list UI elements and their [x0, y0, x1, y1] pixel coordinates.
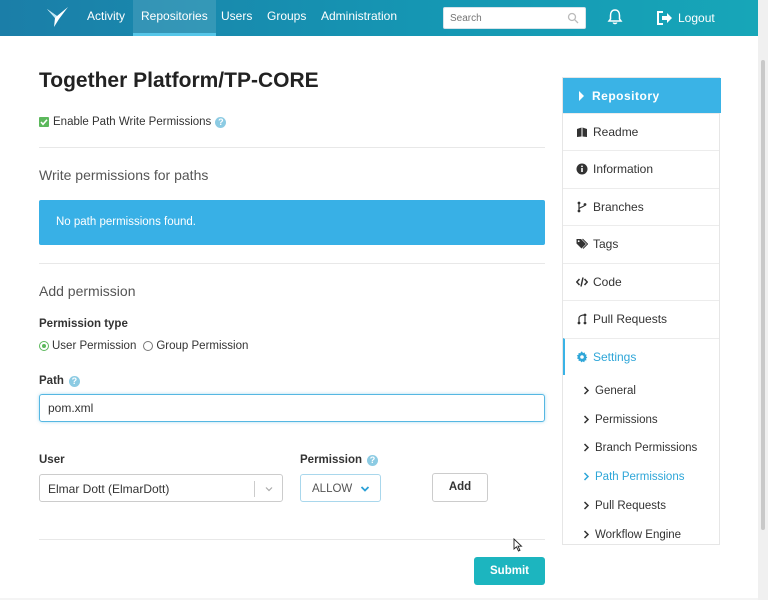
chevron-right-icon	[583, 472, 590, 481]
add-permission-heading: Add permission	[39, 283, 136, 299]
sidebar-subitem-label: Permissions	[595, 413, 658, 426]
sidebar-item-code[interactable]: Code	[563, 263, 719, 300]
user-permission-radio[interactable]	[39, 341, 49, 351]
permission-label: Permission ?	[300, 454, 378, 466]
permission-select-value: ALLOW	[312, 483, 353, 495]
sidebar-subitem-label: Branch Permissions	[595, 441, 698, 454]
search-icon[interactable]	[567, 12, 579, 24]
user-select-value: Elmar Dott (ElmarDott)	[48, 482, 170, 496]
sidebar-subitem-label: General	[595, 384, 636, 397]
group-permission-label[interactable]: Group Permission	[156, 340, 248, 352]
sidebar-item-label: Code	[593, 275, 622, 289]
sidebar-item-information[interactable]: Information	[563, 150, 719, 187]
sidebar-subitem-label: Path Permissions	[595, 470, 685, 483]
nav-activity[interactable]: Activity	[79, 0, 133, 36]
bell-icon[interactable]	[606, 8, 624, 26]
sidebar-item-branches[interactable]: Branches	[563, 188, 719, 225]
permission-type-radio-group: User Permission Group Permission	[39, 340, 248, 352]
sidebar-subitem-branch-permissions[interactable]: Branch Permissions	[563, 433, 719, 462]
sidebar-item-label: Information	[593, 162, 654, 176]
path-label-text: Path	[39, 375, 64, 387]
sidebar-item-readme[interactable]: Readme	[563, 113, 719, 150]
logo-icon[interactable]	[46, 6, 70, 28]
chevron-right-icon	[583, 415, 590, 424]
chevron-right-icon	[583, 386, 590, 395]
chevron-right-icon	[583, 530, 590, 539]
logout-button[interactable]: Logout	[656, 0, 715, 36]
add-button[interactable]: Add	[432, 473, 488, 502]
write-permissions-heading: Write permissions for paths	[39, 167, 209, 183]
sidebar-item-tags[interactable]: Tags	[563, 225, 719, 262]
search-box	[443, 7, 586, 29]
tags-icon	[576, 238, 588, 249]
submit-button[interactable]: Submit	[474, 557, 545, 585]
search-input[interactable]	[444, 8, 564, 28]
nav-groups[interactable]: Groups	[259, 0, 314, 36]
sidebar-item-label: Pull Requests	[593, 312, 668, 326]
user-select[interactable]: Elmar Dott (ElmarDott)	[39, 474, 283, 502]
repository-sidebar: Repository Readme Information Branches T…	[562, 77, 721, 545]
nav-administration[interactable]: Administration	[313, 0, 405, 36]
divider	[39, 147, 545, 148]
enable-path-permissions-row: Enable Path Write Permissions ?	[39, 116, 227, 128]
select-separator	[254, 481, 255, 497]
sidebar-item-label: Readme	[593, 125, 639, 139]
sidebar-subitem-path-permissions[interactable]: Path Permissions	[563, 462, 719, 491]
enable-path-permissions-checkbox[interactable]	[39, 117, 49, 127]
user-permission-label[interactable]: User Permission	[52, 340, 136, 352]
top-navbar: Activity Repositories Users Groups Admin…	[0, 0, 758, 36]
divider	[39, 263, 545, 264]
enable-path-permissions-label[interactable]: Enable Path Write Permissions	[53, 116, 211, 128]
sidebar-subitem-permissions[interactable]: Permissions	[563, 405, 719, 434]
book-icon	[577, 127, 587, 137]
nav-repositories[interactable]: Repositories	[133, 0, 216, 36]
path-input[interactable]	[40, 395, 544, 421]
branch-icon	[577, 201, 587, 213]
chevron-down-icon[interactable]	[360, 484, 370, 494]
no-permissions-notice: No path permissions found.	[39, 200, 545, 245]
permission-label-text: Permission	[300, 454, 362, 466]
chevron-right-icon	[583, 501, 590, 510]
caret-right-icon	[579, 90, 584, 101]
path-field-wrapper	[39, 394, 545, 422]
sidebar-header-label: Repository	[592, 88, 660, 103]
permission-type-label: Permission type	[39, 318, 128, 330]
chevron-down-icon[interactable]	[264, 484, 274, 494]
user-label-text: User	[39, 454, 65, 466]
help-icon[interactable]: ?	[68, 375, 80, 387]
sidebar-subitem-workflow-engine[interactable]: Workflow Engine	[563, 520, 719, 549]
user-label: User	[39, 454, 65, 466]
code-icon	[576, 277, 588, 287]
page-title: Together Platform/TP-CORE	[39, 69, 319, 92]
help-icon[interactable]: ?	[367, 454, 378, 466]
logout-label: Logout	[678, 11, 715, 25]
mouse-cursor-icon	[513, 538, 523, 552]
sidebar-subitem-label: Workflow Engine	[595, 528, 682, 541]
logout-icon	[657, 11, 672, 25]
divider	[39, 539, 545, 540]
sidebar-item-label: Branches	[593, 200, 644, 214]
info-icon	[576, 163, 588, 175]
permission-select[interactable]: ALLOW	[300, 474, 381, 502]
sidebar-header[interactable]: Repository	[563, 78, 721, 113]
chevron-right-icon	[583, 443, 590, 452]
sidebar-subitem-label: Pull Requests	[595, 499, 666, 512]
sidebar-subitem-general[interactable]: General	[563, 376, 719, 405]
help-icon[interactable]: ?	[215, 116, 227, 128]
pull-request-icon	[577, 313, 587, 325]
sidebar-subitem-pull-requests[interactable]: Pull Requests	[563, 491, 719, 520]
scrollbar-thumb[interactable]	[761, 60, 765, 530]
gear-icon	[576, 351, 588, 363]
sidebar-item-label: Tags	[593, 237, 619, 251]
sidebar-item-label: Settings	[593, 350, 637, 364]
permission-type-text: Permission type	[39, 318, 128, 330]
nav-users[interactable]: Users	[213, 0, 260, 36]
path-label: Path ?	[39, 375, 80, 387]
sidebar-item-settings[interactable]: Settings	[563, 338, 719, 375]
sidebar-item-pull-requests[interactable]: Pull Requests	[563, 300, 719, 337]
group-permission-radio[interactable]	[143, 341, 154, 351]
